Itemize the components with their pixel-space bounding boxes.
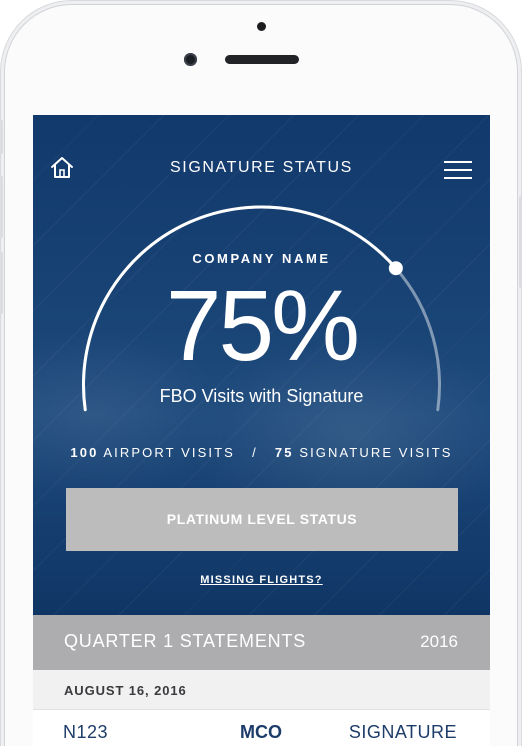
statement-date-row: AUGUST 16, 2016 <box>33 670 490 710</box>
proximity-sensor <box>257 22 266 31</box>
company-name: COMPANY NAME <box>192 251 331 266</box>
visits-separator: / <box>252 445 258 460</box>
table-row[interactable]: N123 MCO SIGNATURE <box>33 710 490 746</box>
visits-summary: 100 AIRPORT VISITS / 75 SIGNATURE VISITS <box>33 445 490 460</box>
quarter-year[interactable]: 2016 <box>420 632 458 652</box>
front-camera-icon <box>184 53 197 66</box>
airport-code: MCO <box>240 722 282 742</box>
statement-date: AUGUST 16, 2016 <box>64 683 187 698</box>
signature-visits-count: 75 <box>274 445 294 460</box>
volume-down-button <box>0 252 3 314</box>
percent-label: FBO Visits with Signature <box>159 386 364 406</box>
missing-flights-link[interactable]: MISSING FLIGHTS? <box>33 574 490 586</box>
platinum-status-button[interactable]: PLATINUM LEVEL STATUS <box>66 488 458 551</box>
fbo-name: SIGNATURE <box>348 722 457 742</box>
tail-number: N123 <box>63 722 109 742</box>
signature-visits-label: SIGNATURE VISITS <box>299 445 453 460</box>
quarter-statements-header[interactable]: QUARTER 1 STATEMENTS 2016 <box>33 615 490 670</box>
airport-visits-count: 100 <box>70 445 99 460</box>
airport-visits-label: AIRPORT VISITS <box>103 445 235 460</box>
silent-switch <box>0 120 3 154</box>
phone-frame: SIGNATURE STATUS COMPANY NAME 75% FBO Vi… <box>0 0 522 746</box>
app-screen: SIGNATURE STATUS COMPANY NAME 75% FBO Vi… <box>33 115 490 746</box>
volume-up-button <box>0 176 3 238</box>
earpiece-speaker <box>225 55 299 64</box>
percent-value: 75% <box>165 270 360 382</box>
quarter-title: QUARTER 1 STATEMENTS <box>64 631 307 651</box>
